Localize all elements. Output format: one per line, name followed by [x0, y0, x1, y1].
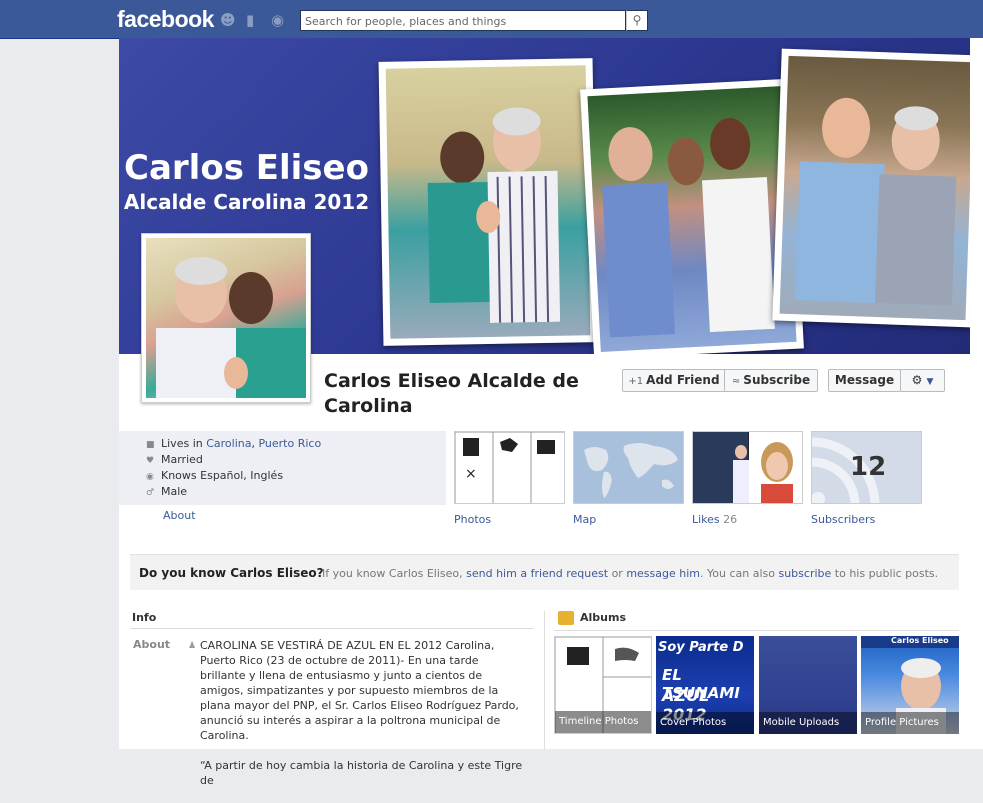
likes-label-row: Likes 26 [692, 513, 737, 526]
albums-heading[interactable]: Albums [580, 611, 626, 624]
album-label: Cover Photos [656, 712, 754, 734]
person-icon: ♟ [188, 641, 197, 651]
album-cover-photos[interactable]: Soy Parte D EL TSUNAMI AZUL 2012 Cover P… [656, 636, 754, 734]
album-profile-pictures[interactable]: Carlos Eliseo Profile Pictures [861, 636, 959, 734]
chevron-down-icon: ▼ [926, 377, 934, 387]
do-you-know-text: If you know Carlos Eliseo, send him a fr… [322, 567, 939, 580]
settings-dropdown-button[interactable]: ⚙ ▼ [900, 369, 945, 392]
albums-divider [554, 630, 959, 631]
photos-label[interactable]: Photos [454, 513, 491, 526]
languages-row: ◉ Knows Español, Inglés [146, 469, 284, 482]
gender-row: ♂ Male [146, 485, 188, 498]
top-bar: facebook ☻ ▮ ◉ Search for people, places… [0, 0, 983, 39]
heart-icon: ♥ [146, 456, 155, 466]
albums-icon [558, 611, 574, 625]
search-icon[interactable]: ⚲ [626, 10, 648, 31]
cover-photo-frame-2 [580, 78, 804, 354]
send-friend-request-link[interactable]: send him a friend request [466, 567, 608, 580]
message-label: Message [834, 373, 895, 387]
album-label: Mobile Uploads [759, 712, 857, 734]
right-gutter [970, 38, 983, 749]
cover-title: Carlos Eliseo [124, 148, 369, 188]
gear-icon: ⚙ [911, 373, 923, 387]
region-link[interactable]: Puerto Rico [258, 437, 321, 450]
message-button[interactable]: Message [828, 369, 901, 392]
subscribers-tile[interactable]: 12 [811, 431, 922, 504]
add-friend-icon: +1 [628, 376, 644, 387]
album-label: Profile Pictures [861, 712, 959, 734]
messages-icon[interactable]: ▮ [246, 12, 262, 28]
about-label: About [133, 638, 171, 651]
likes-label[interactable]: Likes [692, 513, 720, 526]
facebook-logo[interactable]: facebook [117, 6, 214, 33]
cover-photo-frame-3 [772, 48, 970, 328]
svg-text:×: × [465, 466, 477, 482]
city-link[interactable]: Carolina [206, 437, 251, 450]
subscribe-link[interactable]: subscribe [778, 567, 831, 580]
add-friend-button[interactable]: +1 Add Friend [622, 369, 726, 392]
profile-picture-image [146, 238, 306, 398]
do-you-know-banner: Do you know Carlos Eliseo? If you know C… [130, 554, 959, 590]
info-heading: Info [132, 611, 157, 624]
likes-tile[interactable] [692, 431, 803, 504]
search-input[interactable]: Search for people, places and things [300, 10, 626, 31]
lives-in-row: ■ Lives in Carolina, Puerto Rico [146, 437, 322, 450]
profile-picture[interactable] [141, 233, 311, 403]
cover-photo-frame-1 [378, 58, 598, 346]
about-paragraph-2: “A partir de hoy cambia la historia de C… [200, 759, 523, 787]
about-text: CAROLINA SE VESTIRÁ DE AZUL EN EL 2012 C… [200, 638, 524, 803]
subscribers-count: 12 [850, 452, 887, 482]
message-him-link[interactable]: message him [626, 567, 700, 580]
column-divider [544, 611, 545, 749]
info-divider [130, 628, 534, 629]
relationship-row: ♥ Married [146, 453, 203, 466]
album-mobile-uploads[interactable]: Mobile Uploads [759, 636, 857, 734]
map-tile[interactable] [573, 431, 684, 504]
friend-requests-icon[interactable]: ☻ [220, 12, 236, 28]
cover-photo-image-2 [587, 86, 797, 352]
subscribe-button[interactable]: ≈ Subscribe [724, 369, 818, 392]
map-label[interactable]: Map [573, 513, 596, 526]
notifications-globe-icon[interactable]: ◉ [271, 12, 287, 28]
about-paragraph-1: CAROLINA SE VESTIRÁ DE AZUL EN EL 2012 C… [200, 639, 519, 742]
cover-subtitle: Alcalde Carolina 2012 [123, 190, 370, 214]
album-timeline-photos[interactable]: Timeline Photos [554, 636, 652, 734]
cover-photo-image-3 [779, 55, 970, 321]
about-link[interactable]: About [163, 509, 196, 522]
subscribe-label: Subscribe [743, 373, 811, 387]
add-friend-label: Add Friend [646, 373, 720, 387]
subscribe-icon: ≈ [731, 376, 741, 387]
photos-tile[interactable]: × [454, 431, 565, 504]
do-you-know-title: Do you know Carlos Eliseo? [139, 566, 324, 580]
likes-count: 26 [723, 513, 738, 526]
album-label: Timeline Photos [555, 711, 651, 733]
subscribers-label[interactable]: Subscribers [811, 513, 875, 526]
male-icon: ♂ [146, 488, 155, 498]
home-icon: ■ [146, 440, 155, 450]
cover-photo-image-1 [385, 65, 591, 339]
globe-icon: ◉ [146, 472, 154, 482]
profile-name: Carlos Eliseo Alcalde de Carolina [324, 370, 579, 417]
